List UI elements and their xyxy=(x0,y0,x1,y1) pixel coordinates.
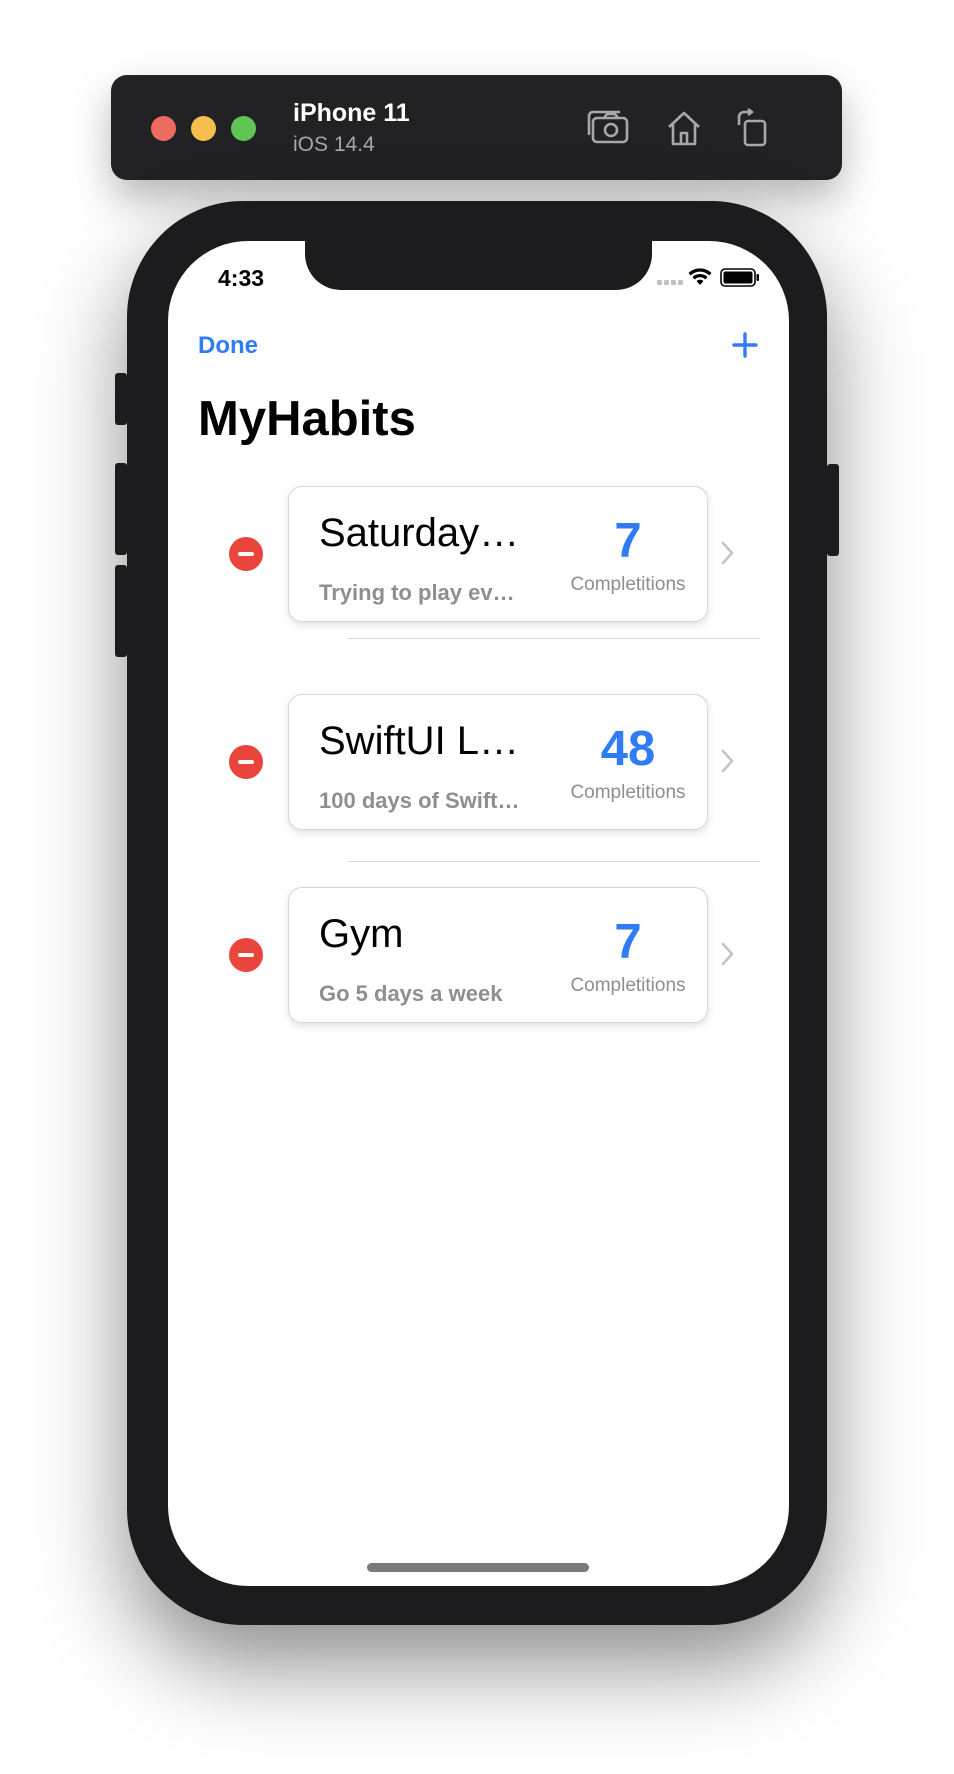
silent-switch xyxy=(115,373,127,425)
volume-up-button xyxy=(115,463,127,555)
cellular-dots-icon xyxy=(657,280,683,285)
rotate-icon[interactable] xyxy=(731,105,777,151)
completion-count: 7 xyxy=(614,915,642,969)
habit-card[interactable]: Saturday… Trying to play ev… 7 Completit… xyxy=(288,486,708,622)
volume-down-button xyxy=(115,565,127,657)
delete-minus-icon[interactable] xyxy=(229,745,263,779)
home-indicator[interactable] xyxy=(367,1563,589,1572)
delete-minus-icon[interactable] xyxy=(229,537,263,571)
habit-description: Go 5 days a week xyxy=(319,981,503,1006)
close-window-button[interactable] xyxy=(151,116,176,141)
battery-icon xyxy=(720,268,759,287)
list-item[interactable]: Saturday… Trying to play ev… 7 Completit… xyxy=(168,486,789,622)
zoom-window-button[interactable] xyxy=(231,116,256,141)
page-title: MyHabits xyxy=(198,392,416,446)
done-button[interactable]: Done xyxy=(198,332,258,360)
habit-description: Trying to play ev… xyxy=(319,580,515,605)
habit-title: Gym xyxy=(319,912,404,956)
status-icons xyxy=(657,265,761,289)
device-name: iPhone 11 xyxy=(293,99,410,127)
completion-count: 7 xyxy=(614,514,642,568)
chevron-right-icon xyxy=(721,541,734,565)
habit-title: SwiftUI L… xyxy=(319,719,520,763)
divider xyxy=(348,861,760,862)
completion-label: Completitions xyxy=(570,782,686,803)
phone-screen: 4:33 Done MyHabits Saturday… Trying to p… xyxy=(168,241,789,1586)
habit-card[interactable]: SwiftUI L… 100 days of Swift… 48 Complet… xyxy=(288,694,708,830)
power-button xyxy=(827,464,839,556)
plus-icon[interactable] xyxy=(729,329,761,361)
os-version: iOS 14.4 xyxy=(293,133,375,156)
home-icon[interactable] xyxy=(661,105,707,151)
completion-count: 48 xyxy=(600,722,656,776)
list-item[interactable]: SwiftUI L… 100 days of Swift… 48 Complet… xyxy=(168,694,789,830)
screenshot-icon[interactable] xyxy=(586,105,632,151)
wifi-icon xyxy=(688,268,712,285)
status-time: 4:33 xyxy=(218,265,265,291)
habit-title: Saturday… xyxy=(319,511,520,555)
minimize-window-button[interactable] xyxy=(191,116,216,141)
simulator-title-bar: iPhone 11 iOS 14.4 xyxy=(111,75,842,180)
delete-minus-icon[interactable] xyxy=(229,938,263,972)
device-frame: 4:33 Done MyHabits Saturday… Trying to p… xyxy=(115,201,839,1625)
habit-description: 100 days of Swift… xyxy=(319,788,520,813)
notch xyxy=(305,241,652,290)
chevron-right-icon xyxy=(721,749,734,773)
completion-label: Completitions xyxy=(570,975,686,996)
chevron-right-icon xyxy=(721,942,734,966)
completion-label: Completitions xyxy=(570,574,686,595)
divider xyxy=(348,638,760,639)
habit-card[interactable]: Gym Go 5 days a week 7 Completitions xyxy=(288,887,708,1023)
list-item[interactable]: Gym Go 5 days a week 7 Completitions xyxy=(168,887,789,1023)
